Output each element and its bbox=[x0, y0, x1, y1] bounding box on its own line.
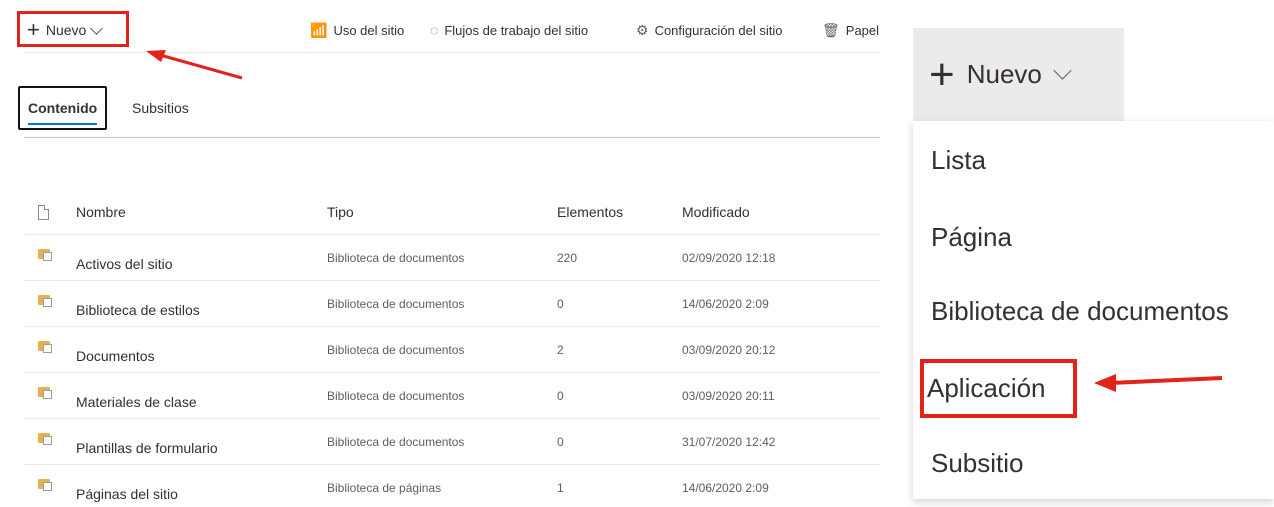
command-bar: + Nuevo 📶 Uso del sitio ◌ Flujos de trab… bbox=[0, 0, 880, 53]
plus-icon: + bbox=[929, 49, 955, 99]
row-modified: 31/07/2020 12:42 bbox=[682, 434, 776, 449]
row-type: Biblioteca de documentos bbox=[327, 296, 465, 311]
header-modified[interactable]: Modificado bbox=[682, 190, 750, 234]
row-type: Biblioteca de documentos bbox=[327, 250, 465, 265]
library-icon bbox=[38, 477, 54, 491]
file-type-header[interactable] bbox=[38, 190, 49, 234]
row-modified: 14/06/2020 2:09 bbox=[682, 480, 769, 495]
row-items: 220 bbox=[557, 250, 578, 265]
row-items: 0 bbox=[557, 434, 564, 449]
contents-table: Nombre Tipo Elementos Modificado Activos… bbox=[24, 190, 880, 507]
row-modified: 14/06/2020 2:09 bbox=[682, 296, 769, 311]
chevron-down-icon bbox=[1053, 61, 1072, 80]
recycle-bin-button[interactable]: 🗑 Papel bbox=[822, 20, 879, 40]
header-items[interactable]: Elementos bbox=[557, 190, 623, 234]
table-row[interactable]: Materiales de clase Biblioteca de docume… bbox=[24, 373, 880, 419]
library-icon bbox=[38, 293, 54, 307]
command-bar-divider bbox=[24, 52, 880, 53]
tab-contenido-label: Contenido bbox=[28, 100, 98, 116]
row-name[interactable]: Materiales de clase bbox=[76, 373, 197, 424]
tab-subsitios-label: Subsitios bbox=[132, 100, 189, 116]
tab-divider bbox=[24, 137, 880, 138]
menu-item-pagina[interactable]: Página bbox=[931, 222, 1012, 253]
new-menu-zoom-panel: + Nuevo Lista Página Biblioteca de docum… bbox=[880, 0, 1274, 507]
site-contents-panel: + Nuevo 📶 Uso del sitio ◌ Flujos de trab… bbox=[0, 0, 880, 507]
highlight-box-aplicacion bbox=[920, 359, 1077, 418]
site-settings-label: Configuración del sitio bbox=[654, 22, 783, 38]
menu-item-lista[interactable]: Lista bbox=[931, 145, 986, 176]
tab-strip: Contenido Subsitios bbox=[18, 86, 880, 138]
table-row[interactable]: Plantillas de formulario Biblioteca de d… bbox=[24, 419, 880, 465]
new-button-expanded[interactable]: + Nuevo bbox=[913, 28, 1124, 121]
row-name[interactable]: Páginas del sitio bbox=[76, 465, 178, 507]
row-type: Biblioteca de documentos bbox=[327, 388, 465, 403]
library-icon bbox=[38, 431, 54, 445]
row-name[interactable]: Activos del sitio bbox=[76, 235, 172, 286]
row-items: 2 bbox=[557, 342, 564, 357]
document-icon bbox=[38, 204, 49, 220]
new-button-expanded-label: Nuevo bbox=[966, 59, 1042, 89]
site-usage-label: Uso del sitio bbox=[333, 22, 405, 38]
row-items: 0 bbox=[557, 388, 564, 403]
tab-contenido[interactable]: Contenido bbox=[18, 86, 108, 130]
site-settings-button[interactable]: ⚙ Configuración del sitio bbox=[636, 20, 782, 40]
row-name[interactable]: Biblioteca de estilos bbox=[76, 281, 200, 332]
new-dropdown-menu: Lista Página Biblioteca de documentos Ap… bbox=[913, 121, 1274, 499]
header-type[interactable]: Tipo bbox=[327, 190, 354, 234]
library-icon bbox=[38, 247, 54, 261]
tab-subsitios[interactable]: Subsitios bbox=[132, 88, 189, 128]
row-modified: 03/09/2020 20:11 bbox=[682, 388, 775, 403]
site-workflows-button[interactable]: ◌ Flujos de trabajo del sitio bbox=[430, 20, 588, 40]
gear-icon: ⚙ bbox=[636, 21, 649, 38]
row-modified: 03/09/2020 20:12 bbox=[682, 342, 776, 357]
row-type: Biblioteca de páginas bbox=[327, 480, 442, 495]
row-type: Biblioteca de documentos bbox=[327, 342, 465, 357]
library-icon bbox=[38, 339, 54, 353]
row-items: 0 bbox=[557, 296, 564, 311]
annotation-arrow-right bbox=[1094, 374, 1223, 392]
table-row[interactable]: Biblioteca de estilos Biblioteca de docu… bbox=[24, 281, 880, 327]
row-items: 1 bbox=[557, 480, 564, 495]
row-name[interactable]: Plantillas de formulario bbox=[76, 419, 218, 470]
row-type: Biblioteca de documentos bbox=[327, 434, 465, 449]
site-usage-button[interactable]: 📶 Uso del sitio bbox=[310, 20, 404, 40]
site-workflows-label: Flujos de trabajo del sitio bbox=[444, 22, 589, 38]
header-name[interactable]: Nombre bbox=[76, 190, 126, 234]
trash-icon: 🗑 bbox=[822, 21, 840, 38]
menu-item-biblioteca-documentos[interactable]: Biblioteca de documentos bbox=[931, 296, 1229, 327]
table-row[interactable]: Activos del sitio Biblioteca de document… bbox=[24, 235, 880, 281]
chart-icon: 📶 bbox=[310, 21, 328, 38]
row-modified: 02/09/2020 12:18 bbox=[682, 250, 776, 265]
table-row[interactable]: Páginas del sitio Biblioteca de páginas … bbox=[24, 465, 880, 507]
highlight-box-new-button bbox=[17, 11, 129, 47]
library-icon bbox=[38, 385, 54, 399]
row-name[interactable]: Documentos bbox=[76, 327, 155, 378]
recycle-bin-label: Papel bbox=[845, 22, 880, 38]
workflow-icon: ◌ bbox=[430, 22, 439, 38]
table-header-row: Nombre Tipo Elementos Modificado bbox=[24, 190, 880, 235]
table-row[interactable]: Documentos Biblioteca de documentos 2 03… bbox=[24, 327, 880, 373]
menu-item-subsitio[interactable]: Subsitio bbox=[931, 448, 1024, 479]
